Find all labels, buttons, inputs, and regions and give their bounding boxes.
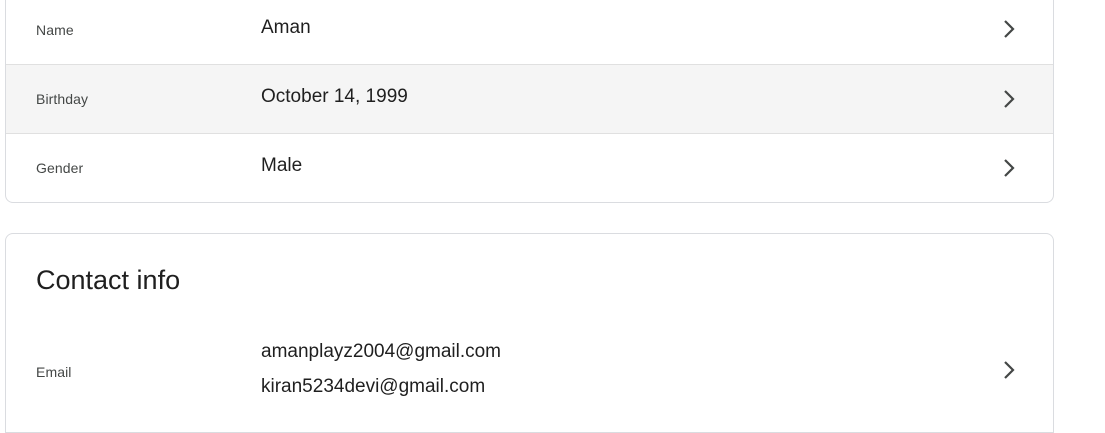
email-list: amanplayz2004@gmail.com kiran5234devi@gm… (261, 341, 501, 411)
section-title: Contact info (36, 265, 181, 295)
birthday-value: October 14, 1999 (261, 86, 408, 107)
chevron-right-icon (999, 158, 1019, 178)
name-value: Aman (261, 17, 311, 38)
gender-label: Gender (36, 160, 84, 176)
chevron-right-icon (999, 19, 1019, 39)
name-row[interactable]: Name Aman (6, 0, 1053, 64)
chevron-right-icon (999, 360, 1019, 380)
birthday-row[interactable]: Birthday October 14, 1999 (6, 64, 1053, 133)
chevron-right-icon (999, 89, 1019, 109)
gender-value: Male (261, 155, 303, 176)
basic-info-card: Name Aman Birthday October 14, 1999 Gend… (5, 0, 1054, 203)
birthday-label: Birthday (36, 91, 89, 107)
email-value: kiran5234devi@gmail.com (261, 376, 486, 397)
email-value: amanplayz2004@gmail.com (261, 341, 502, 362)
contact-info-card: Contact info Email amanplayz2004@gmail.c… (5, 233, 1054, 433)
email-row[interactable]: Email amanplayz2004@gmail.com kiran5234d… (6, 324, 1053, 432)
email-label: Email (36, 364, 72, 380)
gender-row[interactable]: Gender Male (6, 133, 1053, 202)
name-label: Name (36, 22, 74, 38)
